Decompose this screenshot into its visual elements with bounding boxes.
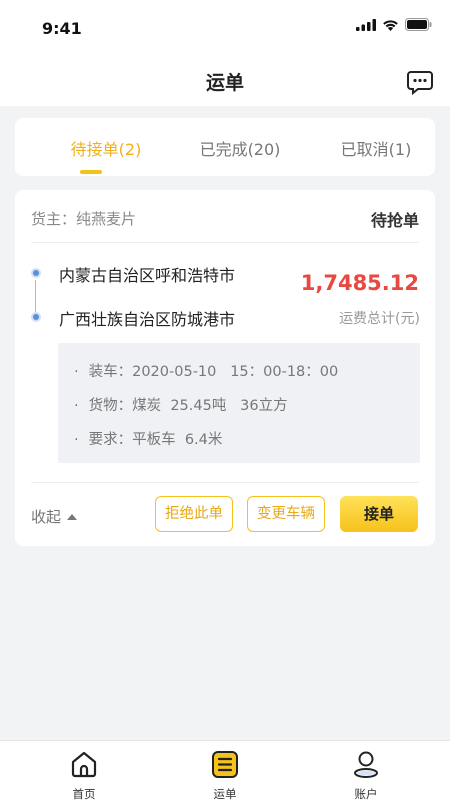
tab-waybill[interactable]: 运单 xyxy=(195,749,255,800)
origin-city: 内蒙古自治区呼和浩特市 xyxy=(59,266,236,285)
active-tab-indicator xyxy=(80,170,102,174)
destination-city: 广西壮族自治区防城港市 xyxy=(59,310,236,329)
route-line xyxy=(35,280,36,312)
collapse-button[interactable]: 收起 xyxy=(31,506,78,527)
reject-order-button[interactable]: 拒绝此单 xyxy=(155,496,233,532)
order-status: 待抢单 xyxy=(370,211,419,230)
shipper-row: 货主：纯燕麦片 xyxy=(31,208,136,229)
origin-dot-icon xyxy=(31,268,41,278)
order-details: · 装车：2020-05-10 15：00-18：00 · 货物：煤炭 25.45吨… xyxy=(58,343,420,463)
divider xyxy=(31,242,419,243)
collapse-label: 收起 xyxy=(31,508,62,526)
battery-icon xyxy=(405,18,432,31)
loading-time: · 装车：2020-05-10 15：00-18：00 xyxy=(74,364,339,380)
freight-price-label: 运费总计(元) xyxy=(339,311,420,327)
message-icon xyxy=(407,71,433,96)
destination-dot-icon xyxy=(31,312,41,322)
account-icon xyxy=(354,751,378,778)
caret-up-icon xyxy=(67,513,78,520)
page-title: 运单 xyxy=(205,72,244,94)
change-vehicle-button[interactable]: 变更车辆 xyxy=(247,496,325,532)
shipper-label: 货主： xyxy=(31,210,77,228)
signal-icon xyxy=(356,18,376,31)
tab-waybill-label: 运单 xyxy=(213,787,237,800)
home-icon xyxy=(71,751,97,778)
nav-bar: 运单 xyxy=(0,58,450,106)
waybill-icon xyxy=(212,751,238,778)
wifi-icon xyxy=(383,19,398,31)
status-time: 9:41 xyxy=(42,19,82,38)
shipper-name: 纯燕麦片 xyxy=(76,210,137,228)
tab-account-label: 账户 xyxy=(354,787,378,800)
tab-cancelled[interactable]: 已取消(1) xyxy=(306,136,446,160)
tab-account[interactable]: 账户 xyxy=(336,749,396,800)
divider xyxy=(31,482,419,483)
order-tabs: 待接单(2) 已完成(20) 已取消(1) xyxy=(15,118,435,176)
vehicle-requirement: · 要求：平板车 6.4米 xyxy=(74,432,223,448)
cargo-info: · 货物：煤炭 25.45吨 36立方 xyxy=(74,398,288,414)
bottom-tab-bar: 首页 运单 账户 xyxy=(0,740,450,800)
order-card: 货主：纯燕麦片 待抢单 内蒙古自治区呼和浩特市 广西壮族自治区防城港市 1,74… xyxy=(15,190,435,546)
freight-price: 1,7485.12 xyxy=(300,271,419,295)
status-icons xyxy=(356,18,432,31)
tab-home-label: 首页 xyxy=(72,787,96,800)
tab-completed[interactable]: 已完成(20) xyxy=(170,136,310,160)
tab-pending[interactable]: 待接单(2) xyxy=(36,136,176,160)
message-button[interactable] xyxy=(406,68,434,96)
tab-home[interactable]: 首页 xyxy=(54,749,114,800)
status-bar: 9:41 xyxy=(0,0,450,58)
accept-order-button[interactable]: 接单 xyxy=(340,496,418,532)
